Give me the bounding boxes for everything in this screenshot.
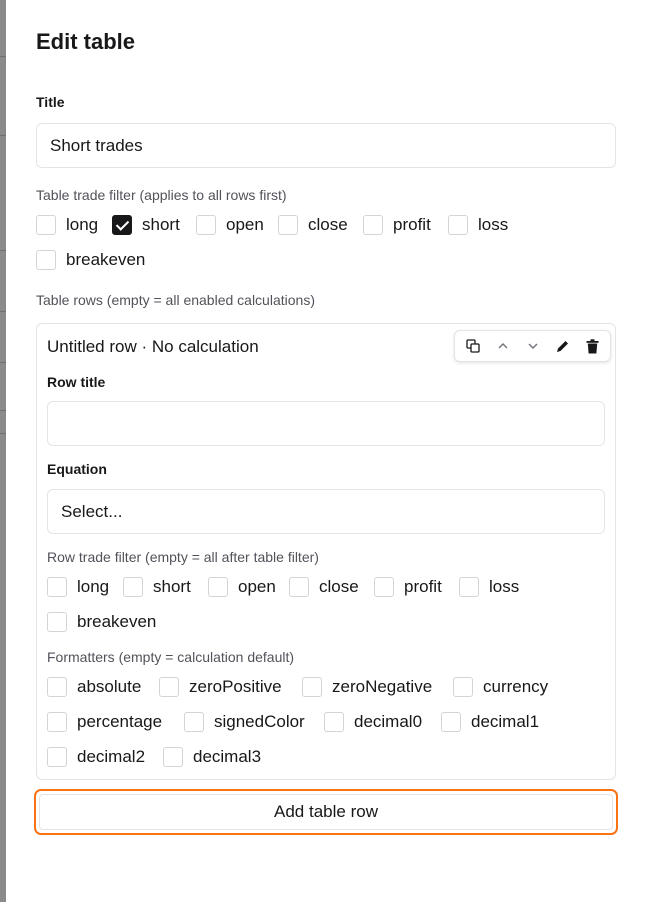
formatter-label-decimal3: decimal3 xyxy=(193,747,262,766)
row-filter-checkbox-loss[interactable] xyxy=(459,577,479,597)
duplicate-icon[interactable] xyxy=(465,338,481,354)
table-row-card: Untitled row · No calculation Row title … xyxy=(36,323,616,780)
move-down-icon[interactable] xyxy=(525,338,541,354)
equation-select[interactable]: Select... xyxy=(47,489,605,534)
row-filter-checkbox-profit[interactable] xyxy=(374,577,394,597)
equation-label: Equation xyxy=(47,461,107,477)
row-filter-hint: Row trade filter (empty = all after tabl… xyxy=(47,549,319,565)
row-title-label: Row title xyxy=(47,374,106,390)
row-filter-label-short: short xyxy=(153,577,191,596)
formatter-label-zeroPositive: zeroPositive xyxy=(189,677,282,696)
table-filter-label-open: open xyxy=(226,215,264,234)
formatter-checkbox-signedColor[interactable] xyxy=(184,712,204,732)
table-filter-checkbox-loss[interactable] xyxy=(448,215,468,235)
table-filter-label-breakeven: breakeven xyxy=(66,250,146,269)
move-up-icon[interactable] xyxy=(495,338,511,354)
table-filter-checkbox-short[interactable] xyxy=(112,215,132,235)
formatter-label-decimal1: decimal1 xyxy=(471,712,540,731)
row-filter-label-close: close xyxy=(319,577,359,596)
row-filter-checkbox-short[interactable] xyxy=(123,577,143,597)
equation-select-value: Select... xyxy=(61,501,123,521)
dialog-title: Edit table xyxy=(36,29,136,54)
table-filter-checkbox-breakeven[interactable] xyxy=(36,250,56,270)
table-filter-checkbox-profit[interactable] xyxy=(363,215,383,235)
add-table-row-button[interactable]: Add table row xyxy=(34,789,618,835)
formatter-label-absolute: absolute xyxy=(77,677,142,696)
edit-icon[interactable] xyxy=(554,338,570,354)
formatters-hint: Formatters (empty = calculation default) xyxy=(47,649,295,665)
row-filter-label-long: long xyxy=(77,577,110,596)
table-filter-label-profit: profit xyxy=(393,215,431,234)
table-filter-label-close: close xyxy=(308,215,348,234)
formatter-label-zeroNegative: zeroNegative xyxy=(332,677,433,696)
formatter-checkbox-decimal2[interactable] xyxy=(47,747,67,767)
add-table-row-label: Add table row xyxy=(274,802,378,821)
row-filter-checkbox-open[interactable] xyxy=(208,577,228,597)
formatter-label-percentage: percentage xyxy=(77,712,163,731)
table-filter-checkbox-open[interactable] xyxy=(196,215,216,235)
formatter-label-currency: currency xyxy=(483,677,549,696)
formatter-checkbox-zeroPositive[interactable] xyxy=(159,677,179,697)
delete-icon[interactable] xyxy=(584,338,600,354)
formatter-checkbox-percentage[interactable] xyxy=(47,712,67,732)
table-filter-checkbox-close[interactable] xyxy=(278,215,298,235)
title-label: Title xyxy=(36,94,65,110)
table-filter-label-short: short xyxy=(142,215,180,234)
row-filter-label-breakeven: breakeven xyxy=(77,612,157,631)
formatter-checkbox-decimal0[interactable] xyxy=(324,712,344,732)
row-toolbar xyxy=(454,330,611,362)
formatter-label-decimal2: decimal2 xyxy=(77,747,146,766)
formatter-checkbox-zeroNegative[interactable] xyxy=(302,677,322,697)
table-filter-label-long: long xyxy=(66,215,99,234)
formatter-checkbox-currency[interactable] xyxy=(453,677,473,697)
title-input-value: Short trades xyxy=(50,135,143,155)
formatter-label-signedColor: signedColor xyxy=(214,712,305,731)
row-heading: Untitled row · No calculation xyxy=(47,337,259,356)
row-title-input[interactable] xyxy=(47,401,605,446)
row-filter-label-profit: profit xyxy=(404,577,442,596)
row-filter-checkbox-breakeven[interactable] xyxy=(47,612,67,632)
formatter-checkbox-absolute[interactable] xyxy=(47,677,67,697)
table-filter-label-loss: loss xyxy=(478,215,509,234)
formatter-checkbox-decimal1[interactable] xyxy=(441,712,461,732)
table-filter-checkbox-long[interactable] xyxy=(36,215,56,235)
title-input[interactable]: Short trades xyxy=(36,123,616,168)
row-filter-label-open: open xyxy=(238,577,276,596)
formatter-checkbox-decimal3[interactable] xyxy=(163,747,183,767)
row-filter-label-loss: loss xyxy=(489,577,520,596)
formatter-label-decimal0: decimal0 xyxy=(354,712,423,731)
table-filter-hint: Table trade filter (applies to all rows … xyxy=(36,187,287,203)
edit-table-dialog: Edit table Title Short trades Table trad… xyxy=(6,0,645,902)
row-filter-checkbox-long[interactable] xyxy=(47,577,67,597)
row-filter-checkbox-close[interactable] xyxy=(289,577,309,597)
table-rows-hint: Table rows (empty = all enabled calculat… xyxy=(36,292,315,308)
